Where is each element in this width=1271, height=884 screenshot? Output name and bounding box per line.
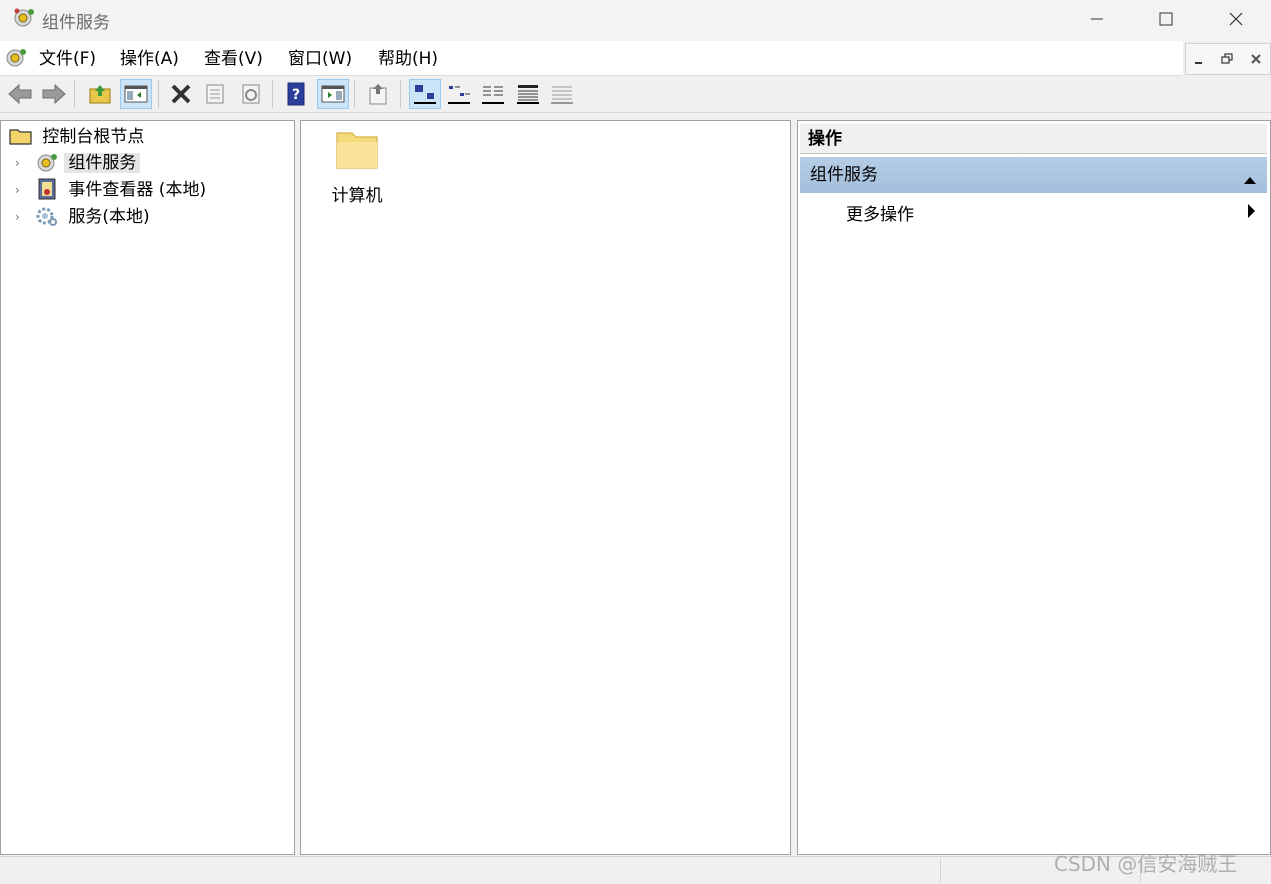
small-icons-view-button[interactable] [443, 79, 475, 109]
small-icons-view-icon [448, 86, 470, 104]
window-title: 组件服务 [42, 13, 110, 33]
configure-view-icon [551, 86, 573, 104]
menu-view[interactable]: 查看(V) [204, 47, 263, 71]
content-item-label: 计算机 [331, 186, 383, 206]
up-folder-icon [89, 85, 111, 104]
large-icons-view-button[interactable] [409, 79, 441, 109]
back-arrow-icon [8, 83, 32, 105]
toolbar-separator [272, 80, 273, 108]
forward-arrow-icon [42, 83, 66, 105]
expand-chevron-icon[interactable]: › [15, 210, 20, 224]
minimize-button[interactable] [1062, 0, 1132, 38]
maximize-button[interactable] [1131, 0, 1201, 38]
help-button[interactable]: ? [280, 79, 312, 109]
expand-chevron-icon[interactable]: › [15, 183, 20, 197]
gear-icon [36, 207, 57, 226]
action-pane [797, 120, 1271, 855]
svg-text:?: ? [292, 87, 300, 103]
back-button[interactable] [4, 79, 36, 109]
mdi-close-button[interactable] [1243, 46, 1269, 72]
export-list-button[interactable] [362, 79, 394, 109]
show-hide-action-pane-button[interactable] [317, 79, 349, 109]
tree-item-label: 组件服务 [64, 153, 141, 173]
menu-help[interactable]: 帮助(H) [378, 47, 438, 71]
action-item-more-actions[interactable]: 更多操作 [846, 200, 914, 225]
properties-button[interactable] [199, 79, 231, 109]
submenu-arrow-icon[interactable] [1247, 203, 1257, 223]
mdi-minimize-button[interactable] [1186, 46, 1212, 72]
console-tree-pane[interactable]: 控制台根节点 › 组件服务 › 事件查看器 (本地) › 服务(本地) [0, 120, 295, 855]
menu-file[interactable]: 文件(F) [39, 47, 96, 71]
tree-item-services-local[interactable]: 服务(本地) [35, 205, 150, 229]
tree-root-node[interactable]: 控制台根节点 [9, 125, 144, 149]
forward-button[interactable] [38, 79, 70, 109]
menu-action[interactable]: 操作(A) [120, 47, 179, 71]
tree-item-label: 服务(本地) [68, 207, 150, 227]
toolbar-separator [354, 80, 355, 108]
component-services-icon [37, 154, 57, 172]
component-services-icon [12, 6, 36, 30]
large-icons-view-icon [414, 85, 436, 104]
event-viewer-icon [38, 178, 56, 200]
detail-view-button[interactable] [512, 79, 544, 109]
tree-item-label: 事件查看器 (本地) [68, 180, 207, 200]
toolbar-separator [400, 80, 401, 108]
watermark: CSDN @信安海贼王 [1054, 852, 1238, 876]
action-group-label: 组件服务 [810, 165, 878, 185]
tree-item-event-viewer[interactable]: 事件查看器 (本地) [35, 178, 206, 202]
configure-view-button[interactable] [546, 79, 578, 109]
toolbar-separator [74, 80, 75, 108]
action-pane-header: 操作 [800, 124, 1267, 154]
tree-item-component-services[interactable]: 组件服务 [35, 151, 141, 175]
delete-button[interactable] [165, 79, 197, 109]
menu-window[interactable]: 窗口(W) [288, 47, 352, 71]
refresh-icon [242, 84, 260, 104]
show-hide-console-tree-button[interactable] [120, 79, 152, 109]
up-one-level-button[interactable] [84, 79, 116, 109]
close-icon [1229, 12, 1243, 26]
list-view-icon [482, 86, 504, 104]
expand-chevron-icon[interactable]: › [15, 156, 20, 170]
content-item-computer[interactable]: 计算机 [329, 127, 385, 206]
folder-icon [336, 132, 378, 169]
toolbar-separator [158, 80, 159, 108]
result-pane[interactable]: 计算机 [300, 120, 791, 855]
delete-icon [171, 84, 191, 104]
close-button[interactable] [1201, 0, 1271, 38]
minimize-icon [1091, 18, 1103, 20]
show-hide-console-tree-icon [124, 85, 148, 103]
mdi-close-icon [1251, 54, 1261, 64]
tree-root-label: 控制台根节点 [42, 127, 145, 147]
folder-icon [9, 129, 32, 145]
export-list-icon [369, 84, 387, 105]
mdi-restore-button[interactable] [1214, 46, 1240, 72]
help-icon: ? [287, 82, 305, 106]
properties-icon [206, 84, 224, 104]
action-group-component-services[interactable]: 组件服务 [800, 157, 1267, 193]
detail-view-icon [517, 85, 539, 104]
refresh-button[interactable] [235, 79, 267, 109]
status-separator [940, 858, 941, 883]
show-hide-action-pane-icon [321, 85, 345, 103]
mdi-restore-icon [1221, 53, 1233, 64]
component-services-icon[interactable] [4, 46, 28, 70]
maximize-icon [1159, 12, 1173, 26]
list-view-button[interactable] [477, 79, 509, 109]
collapse-triangle-icon[interactable] [1243, 170, 1257, 189]
mdi-minimize-icon [1195, 62, 1202, 64]
